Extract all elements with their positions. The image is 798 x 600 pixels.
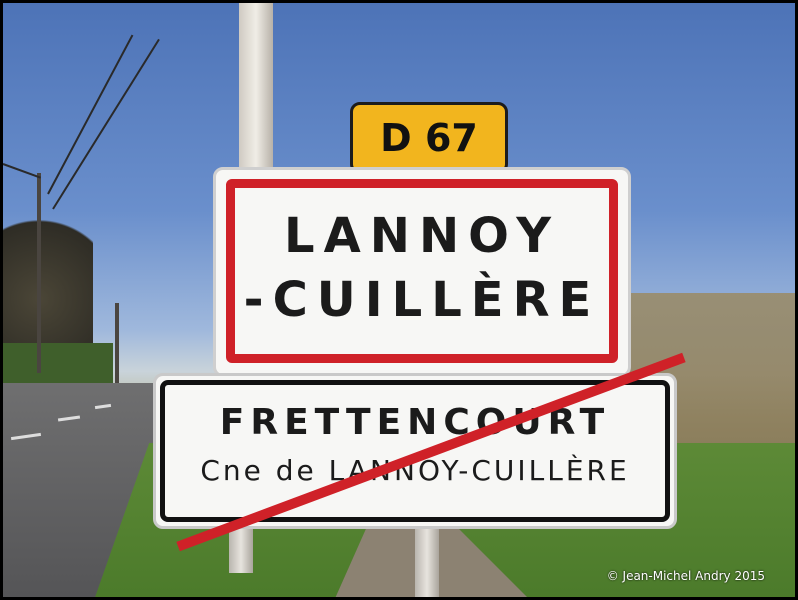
route-number-text: D 67 — [380, 116, 478, 160]
sign-pole-top — [239, 3, 273, 178]
power-line — [47, 34, 134, 195]
exit-sign-line1: FRETTENCOURT — [219, 402, 611, 443]
trees-left — [3, 203, 93, 363]
town-exit-sign: FRETTENCOURT Cne de LANNOY-CUILLÈRE — [153, 373, 677, 529]
utility-pole — [115, 303, 119, 383]
town-name-line2: -CUILLÈRE — [243, 272, 601, 328]
utility-pole — [37, 173, 41, 373]
power-line — [3, 163, 41, 179]
photo-frame: D 67 LANNOY -CUILLÈRE FRETTENCOURT Cne d… — [0, 0, 798, 600]
town-sign-red-border — [226, 179, 618, 363]
route-number-sign: D 67 — [350, 102, 508, 174]
power-line — [52, 38, 160, 210]
sign-pole-right — [415, 518, 439, 597]
photo: D 67 LANNOY -CUILLÈRE FRETTENCOURT Cne d… — [3, 3, 795, 597]
photo-credit: © Jean-Michel Andry 2015 — [606, 569, 765, 583]
town-entry-sign: LANNOY -CUILLÈRE — [213, 167, 631, 377]
town-name-line1: LANNOY — [284, 208, 560, 264]
